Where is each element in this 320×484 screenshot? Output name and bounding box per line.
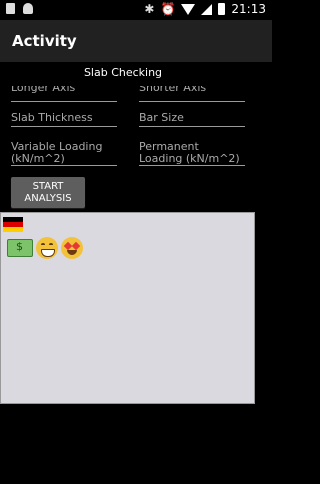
bluetooth-icon: ✱	[144, 2, 155, 16]
status-time: 21:13	[231, 2, 266, 16]
permanent-loading-input[interactable]: Permanent Loading (kN/m^2)	[139, 141, 245, 166]
slab-thickness-input[interactable]: Slab Thickness	[11, 110, 117, 127]
battery-icon	[218, 3, 226, 15]
grinning-face-icon	[36, 237, 58, 259]
bar-size-input[interactable]: Bar Size	[139, 110, 245, 127]
variable-loading-input[interactable]: Variable Loading (kN/m^2)	[11, 141, 117, 166]
app-bar: Activity	[0, 20, 272, 62]
longer-axis-underline	[11, 101, 117, 102]
variable-loading-placeholder: Variable Loading (kN/m^2)	[11, 141, 103, 165]
slab-thickness-placeholder: Slab Thickness	[11, 111, 93, 124]
status-bar: ✱ ⏰ 21:13	[0, 0, 272, 20]
permanent-loading-placeholder: Permanent Loading (kN/m^2)	[139, 141, 240, 165]
shorter-axis-input[interactable]: Shorter Axis	[139, 86, 245, 102]
heart-eyes-face-icon	[61, 237, 83, 259]
screen-subtitle: Slab Checking	[83, 66, 163, 79]
output-panel	[0, 212, 255, 404]
document-icon	[6, 3, 15, 14]
wifi-icon	[181, 3, 196, 15]
money-bill-icon	[7, 239, 33, 257]
bar-size-placeholder: Bar Size	[139, 111, 184, 124]
emoji-row	[7, 237, 83, 259]
germany-flag-icon	[3, 217, 23, 232]
alarm-icon: ⏰	[160, 2, 176, 16]
start-analysis-button[interactable]: START ANALYSIS	[11, 177, 85, 208]
longer-axis-input[interactable]: Longer Axis	[11, 86, 117, 102]
bar-size-underline	[139, 126, 245, 127]
variable-loading-underline	[11, 165, 117, 166]
slab-thickness-underline	[11, 126, 117, 127]
shorter-axis-placeholder: Shorter Axis	[139, 86, 207, 94]
app-title: Activity	[12, 32, 77, 50]
android-icon	[23, 3, 33, 14]
longer-axis-placeholder: Longer Axis	[11, 86, 76, 94]
signal-icon	[201, 3, 213, 15]
shorter-axis-underline	[139, 101, 245, 102]
permanent-loading-underline	[139, 165, 245, 166]
